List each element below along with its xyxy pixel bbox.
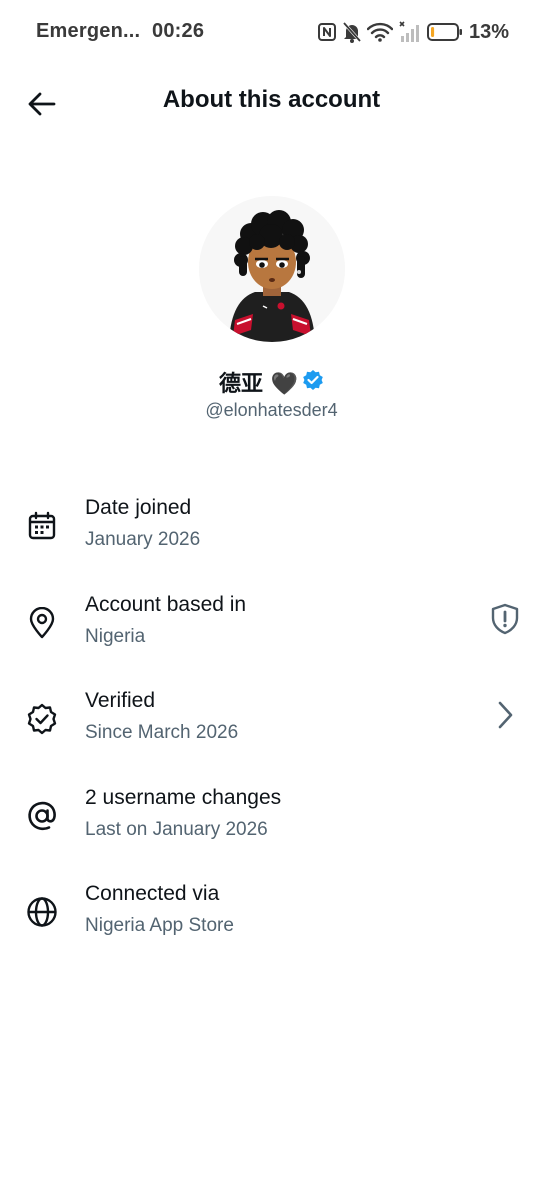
carrier-label: Emergen... (36, 20, 141, 42)
info-row-title: Verified (85, 689, 156, 712)
info-row-subtitle: Last on January 2026 (85, 818, 268, 840)
battery-icon (426, 22, 463, 42)
display-name: 德亚 🖤 (218, 372, 299, 397)
page-title: About this account (162, 86, 381, 113)
info-row-title: Date joined (85, 496, 192, 519)
info-row-title: 2 username changes (85, 785, 282, 809)
avatar[interactable] (198, 196, 345, 342)
avatar-illustration (198, 196, 345, 342)
info-row-title: Account based in (85, 592, 247, 616)
info-row-account-based-in: Account based in Nigeria (0, 581, 543, 678)
calendar-icon (24, 508, 60, 544)
info-row-subtitle: January 2026 (85, 529, 201, 550)
chevron-right-icon (487, 697, 523, 733)
info-row-title: Connected via (85, 882, 220, 905)
clock-time: 00:26 (152, 20, 205, 42)
info-row-subtitle: Nigeria App Store (85, 915, 234, 936)
wifi-icon (366, 22, 393, 42)
signal-icon (398, 21, 422, 43)
verified-check-icon (24, 701, 60, 737)
location-pin-icon (24, 605, 60, 641)
globe-icon (24, 894, 60, 930)
bell-muted-icon (342, 21, 362, 43)
info-row-username-changes: 2 username changes Last on January 2026 (0, 774, 543, 871)
shield-alert-icon[interactable] (487, 601, 523, 637)
info-row-connected-via: Connected via Nigeria App Store (0, 870, 543, 967)
info-row-subtitle: Since March 2026 (85, 722, 239, 743)
name-row: 德亚 🖤 (0, 368, 543, 397)
account-info-list: Date joined January 2026 Account based i… (0, 484, 543, 967)
nfc-icon (317, 22, 337, 42)
info-row-date-joined: Date joined January 2026 (0, 484, 543, 581)
top-app-bar: About this account (0, 72, 543, 132)
status-icons: 13% (317, 18, 509, 46)
at-sign-icon (24, 798, 60, 834)
status-bar: Emergen... 00:26 13% (0, 0, 543, 64)
user-handle: @elonhatesder4 (205, 400, 338, 420)
status-left: Emergen... 00:26 (36, 20, 204, 43)
verified-badge-icon (302, 369, 324, 396)
info-row-subtitle: Nigeria (85, 625, 146, 647)
profile-section: 德亚 🖤 @elonhatesder4 (0, 196, 543, 421)
info-row-verified[interactable]: Verified Since March 2026 (0, 677, 543, 774)
battery-percent: 13% (468, 20, 509, 43)
